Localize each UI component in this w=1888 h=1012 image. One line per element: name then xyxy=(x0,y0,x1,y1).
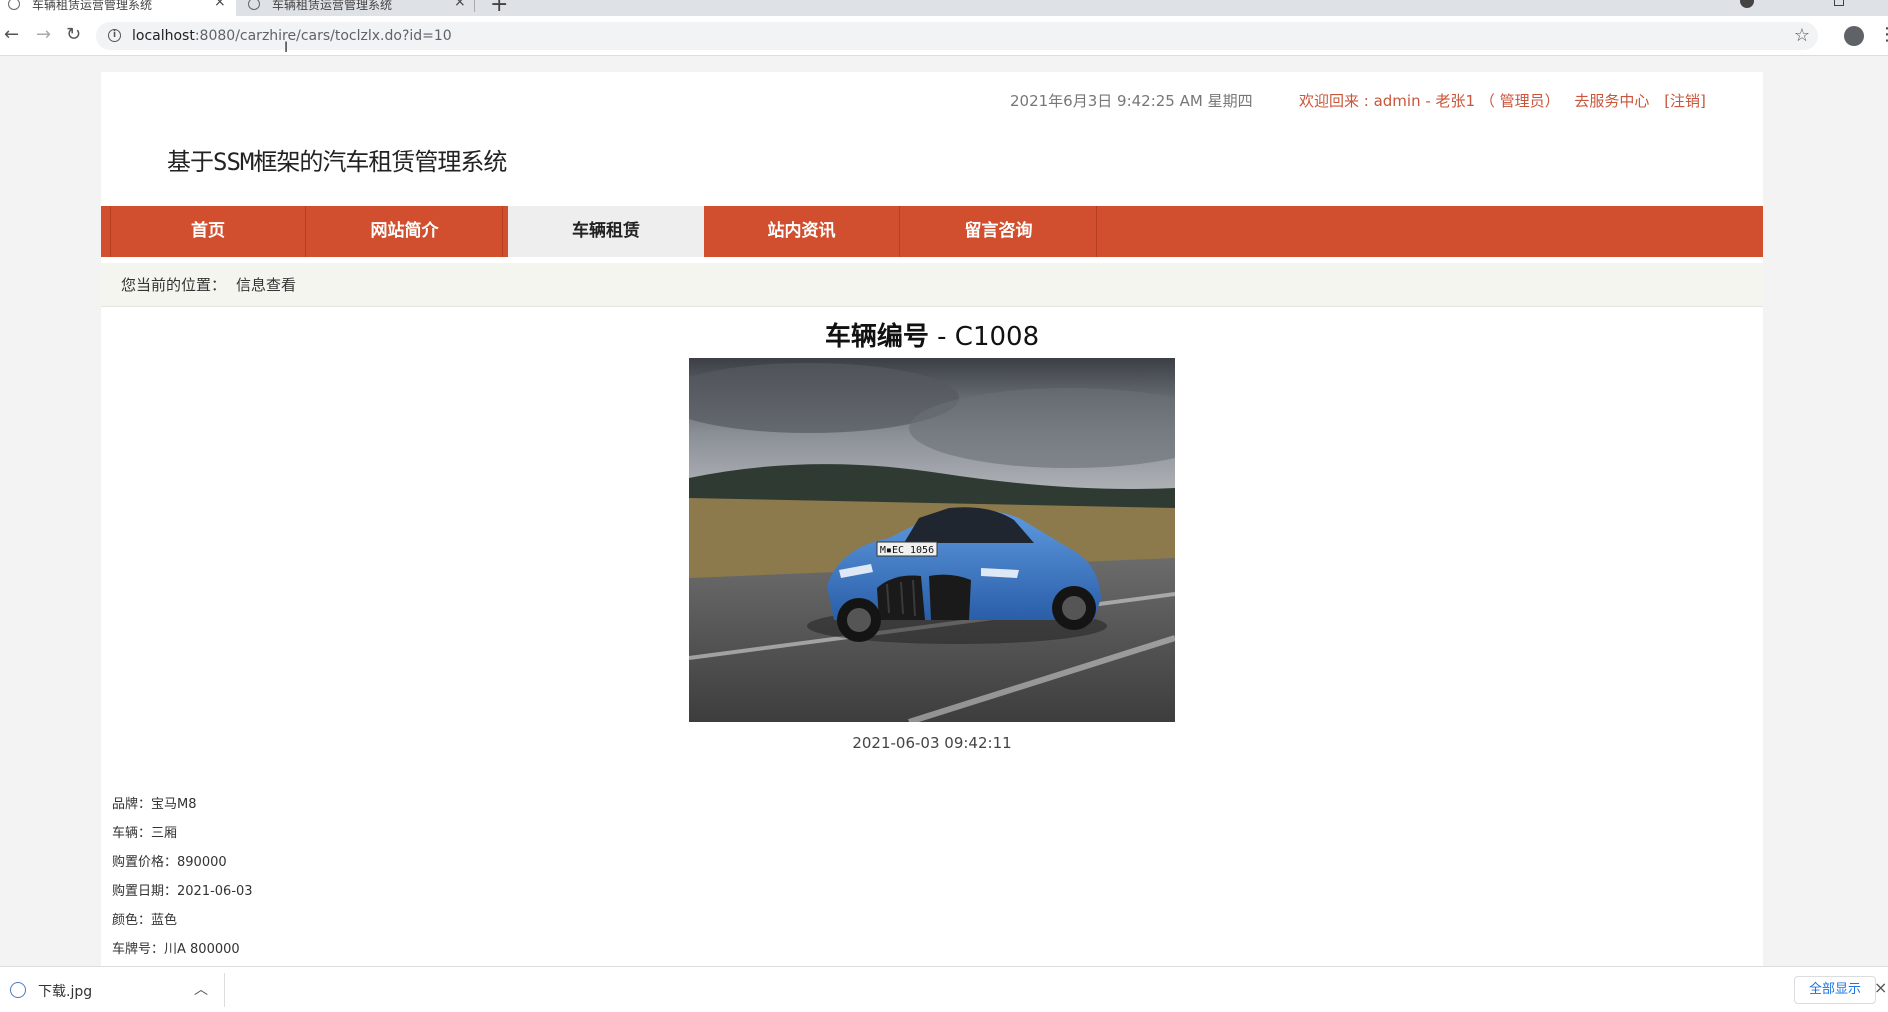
tab-title: 车辆租赁运营管理系统 xyxy=(32,0,153,12)
post-time: 2021-06-03 09:42:11 xyxy=(852,734,1012,752)
detail-title-label: 车辆编号 xyxy=(824,322,929,352)
tab-title: 车辆租赁运营管理系统 xyxy=(272,0,393,12)
globe-icon xyxy=(248,0,260,10)
reload-icon[interactable]: ↻ xyxy=(66,24,81,45)
car-code: C1008 xyxy=(954,322,1040,352)
detail-title: 车辆编号 - C1008 xyxy=(101,316,1763,353)
url-text[interactable]: localhost:8080/carzhire/cars/toclzlx.do?… xyxy=(132,28,452,44)
url-path: :8080/carzhire/cars/toclzlx.do?id=10 xyxy=(194,28,452,44)
user-welcome-bar: 欢迎回来 : admin - 老张1 （ 管理员） 去服务中心 [注销] xyxy=(1299,90,1716,111)
spec-value: 蓝色 xyxy=(151,913,178,928)
browser-tab-active[interactable]: 车辆租赁运营管理系统 × xyxy=(0,0,236,16)
site-title: 基于SSM框架的汽车租赁管理系统 xyxy=(167,148,507,176)
current-datetime: 2021年6月3日 9:42:25 AM 星期四 xyxy=(1010,92,1253,110)
globe-icon xyxy=(8,0,20,10)
spec-label: 购置日期： xyxy=(112,884,178,899)
back-arrow-icon[interactable]: ← xyxy=(4,24,19,45)
image-file-icon xyxy=(10,982,26,998)
spec-row-plate: 车牌号：川A 800000 xyxy=(112,935,253,964)
extension-icon[interactable] xyxy=(1740,0,1754,8)
browser-tab-strip: 车辆租赁运营管理系统 × 车辆租赁运营管理系统 × + xyxy=(0,0,1888,17)
close-shelf-icon[interactable]: × xyxy=(1874,978,1887,997)
nav-item-car-rental[interactable]: 车辆租赁 xyxy=(508,206,704,257)
tab-separator xyxy=(474,0,475,12)
detail-title-sep: - xyxy=(928,322,955,352)
logout-link[interactable]: [注销] xyxy=(1664,92,1706,110)
shelf-divider xyxy=(224,973,225,1007)
service-center-link[interactable]: 去服务中心 xyxy=(1574,92,1649,110)
spec-label: 车牌号： xyxy=(112,942,165,957)
breadcrumb-label: 您当前的位置： xyxy=(121,276,227,294)
url-host: localhost xyxy=(132,28,195,44)
nav-item-news[interactable]: 站内资讯 xyxy=(704,206,900,257)
download-file-name[interactable]: 下载.jpg xyxy=(38,981,92,1001)
forward-arrow-icon[interactable]: → xyxy=(36,24,51,45)
spec-value: 三厢 xyxy=(151,826,178,841)
spec-label: 购置价格： xyxy=(112,855,178,870)
nav-item-home[interactable]: 首页 xyxy=(110,206,306,257)
spec-value: 宝马M8 xyxy=(151,797,197,812)
spec-row-purchase-date: 购置日期：2021-06-03 xyxy=(112,877,253,906)
spec-label: 车辆： xyxy=(112,826,152,841)
new-tab-icon[interactable]: + xyxy=(490,0,508,17)
welcome-text: 欢迎回来 : admin - 老张1 （ 管理员） xyxy=(1299,92,1560,110)
show-all-downloads-button[interactable]: 全部显示 xyxy=(1794,976,1877,1004)
address-bar[interactable]: i localhost:8080/carzhire/cars/toclzlx.d… xyxy=(96,22,1818,50)
spec-row-price: 购置价格：890000 xyxy=(112,848,253,877)
car-photo-illustration: M▪EC 1056 xyxy=(689,358,1175,722)
spec-row-brand: 品牌：宝马M8 xyxy=(112,790,253,819)
close-tab-icon[interactable]: × xyxy=(454,0,466,9)
license-plate-text: M▪EC 1056 xyxy=(880,545,934,556)
bookmark-star-icon[interactable]: ☆ xyxy=(1794,25,1810,46)
download-shelf: 下载.jpg ︿ 全部显示 × xyxy=(0,966,1888,1012)
car-photo: M▪EC 1056 xyxy=(689,358,1175,722)
spec-label: 颜色： xyxy=(112,913,152,928)
page-container: 2021年6月3日 9:42:25 AM 星期四 欢迎回来 : admin - … xyxy=(101,72,1763,966)
spec-value: 川A 800000 xyxy=(164,942,240,957)
nav-item-messages[interactable]: 留言咨询 xyxy=(901,206,1097,257)
spec-row-color: 颜色：蓝色 xyxy=(112,906,253,935)
info-icon[interactable]: i xyxy=(108,29,121,42)
spec-value: 2021-06-03 xyxy=(177,884,253,899)
main-nav: 首页 网站简介 车辆租赁 站内资讯 留言咨询 xyxy=(101,206,1763,257)
close-tab-icon[interactable]: × xyxy=(214,0,226,9)
spec-value: 890000 xyxy=(177,855,227,870)
browser-tab[interactable]: 车辆租赁运营管理系统 × xyxy=(240,0,470,16)
window-restore-icon[interactable] xyxy=(1834,0,1844,6)
chevron-up-icon[interactable]: ︿ xyxy=(194,979,208,999)
profile-avatar-icon[interactable] xyxy=(1844,26,1864,46)
nav-item-about[interactable]: 网站简介 xyxy=(307,206,503,257)
spec-label: 品牌： xyxy=(112,797,152,812)
breadcrumb: 您当前的位置： 信息查看 xyxy=(101,263,1763,307)
text-cursor-icon: I xyxy=(284,40,289,56)
breadcrumb-current: 信息查看 xyxy=(236,276,297,294)
car-spec-list: 品牌：宝马M8 车辆：三厢 购置价格：890000 购置日期：2021-06-0… xyxy=(112,790,253,964)
spec-row-type: 车辆：三厢 xyxy=(112,819,253,848)
menu-dots-icon[interactable]: ⋮ xyxy=(1878,24,1888,45)
